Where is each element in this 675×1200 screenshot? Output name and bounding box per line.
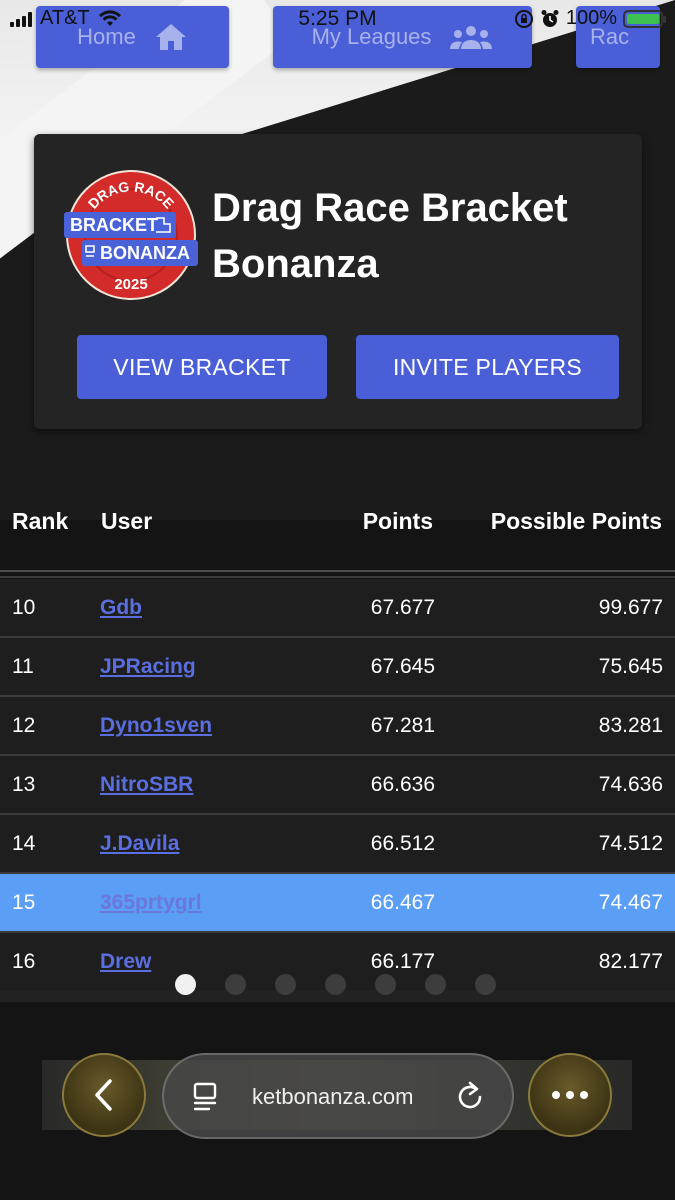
table-row: 14 J.Davila 66.512 74.512	[0, 815, 675, 874]
rank-cell: 12	[12, 714, 36, 737]
col-points-header[interactable]: Points	[363, 508, 433, 535]
rank-cell: 15	[12, 891, 36, 914]
orientation-lock-icon	[514, 9, 533, 28]
rank-cell: 11	[12, 655, 34, 678]
league-logo: DRAG RACE BRACKET BONANZA 2025	[64, 170, 198, 300]
page-dot[interactable]	[475, 974, 496, 995]
possible-points-cell: 82.177	[598, 950, 663, 973]
back-button[interactable]	[62, 1053, 146, 1137]
points-cell: 66.177	[370, 950, 435, 973]
col-rank-header[interactable]: Rank	[12, 508, 68, 535]
points-cell: 67.281	[370, 714, 435, 737]
rank-cell: 16	[12, 950, 36, 973]
possible-points-cell: 83.281	[598, 714, 663, 737]
more-button[interactable]	[528, 1053, 612, 1137]
points-cell: 66.467	[370, 891, 435, 914]
header-divider	[0, 570, 675, 578]
possible-points-cell: 74.467	[598, 891, 663, 914]
status-right: 100%	[514, 7, 666, 30]
user-link[interactable]: Drew	[100, 950, 151, 974]
ellipsis-icon	[552, 1091, 588, 1099]
page-dot[interactable]	[175, 974, 196, 995]
possible-points-cell: 75.645	[598, 655, 663, 678]
battery-percent: 100%	[565, 7, 617, 29]
rank-cell: 13	[12, 773, 36, 796]
points-cell: 67.677	[370, 596, 435, 619]
league-header-card: DRAG RACE BRACKET BONANZA 2025 Drag Race…	[34, 134, 642, 429]
table-row: 12 Dyno1sven 67.281 83.281	[0, 697, 675, 756]
page-dot[interactable]	[225, 974, 246, 995]
svg-text:BONANZA: BONANZA	[100, 243, 190, 263]
battery-icon	[623, 9, 666, 28]
col-user-header[interactable]: User	[101, 508, 152, 535]
possible-points-cell: 74.512	[598, 832, 663, 855]
chevron-left-icon	[95, 1079, 112, 1111]
points-cell: 67.645	[370, 655, 435, 678]
page-dot[interactable]	[375, 974, 396, 995]
table-row: 11 JPRacing 67.645 75.645	[0, 638, 675, 697]
page-dot[interactable]	[325, 974, 346, 995]
possible-points-cell: 74.636	[598, 773, 663, 796]
reader-icon[interactable]	[192, 1082, 218, 1112]
status-bar: AT&T 5:25 PM 100%	[0, 0, 675, 38]
points-cell: 66.636	[370, 773, 435, 796]
standings-table: 10 Gdb 67.677 99.677 11 JPRacing 67.645 …	[0, 579, 675, 992]
user-link[interactable]: Dyno1sven	[100, 714, 212, 738]
user-link[interactable]: Gdb	[100, 596, 142, 620]
svg-text:BRACKET: BRACKET	[70, 215, 158, 235]
svg-text:2025: 2025	[114, 276, 147, 293]
standings-header: Rank User Points Possible Points	[0, 500, 675, 544]
rank-cell: 10	[12, 596, 36, 619]
rank-cell: 14	[12, 832, 36, 855]
table-row-current-user: 15 365prtygrl 66.467 74.467	[0, 874, 675, 933]
league-title: Drag Race Bracket Bonanza	[212, 186, 568, 286]
invite-players-button[interactable]: INVITE PLAYERS	[356, 335, 619, 399]
page-dot[interactable]	[275, 974, 296, 995]
page-indicator	[175, 974, 496, 995]
page-dot[interactable]	[425, 974, 446, 995]
col-possible-header[interactable]: Possible Points	[491, 508, 662, 535]
table-row: 10 Gdb 67.677 99.677	[0, 579, 675, 638]
alarm-icon	[541, 9, 559, 27]
points-cell: 66.512	[370, 832, 435, 855]
user-link[interactable]: NitroSBR	[100, 773, 193, 797]
user-link[interactable]: JPRacing	[100, 655, 196, 679]
table-row: 13 NitroSBR 66.636 74.636	[0, 756, 675, 815]
view-bracket-button[interactable]: VIEW BRACKET	[77, 335, 327, 399]
url-text[interactable]: ketbonanza.com	[252, 1084, 413, 1110]
reload-icon[interactable]	[456, 1080, 486, 1112]
possible-points-cell: 99.677	[598, 596, 663, 619]
user-link[interactable]: 365prtygrl	[100, 891, 202, 915]
address-bar[interactable]: ketbonanza.com	[162, 1053, 514, 1139]
user-link[interactable]: J.Davila	[100, 832, 179, 856]
